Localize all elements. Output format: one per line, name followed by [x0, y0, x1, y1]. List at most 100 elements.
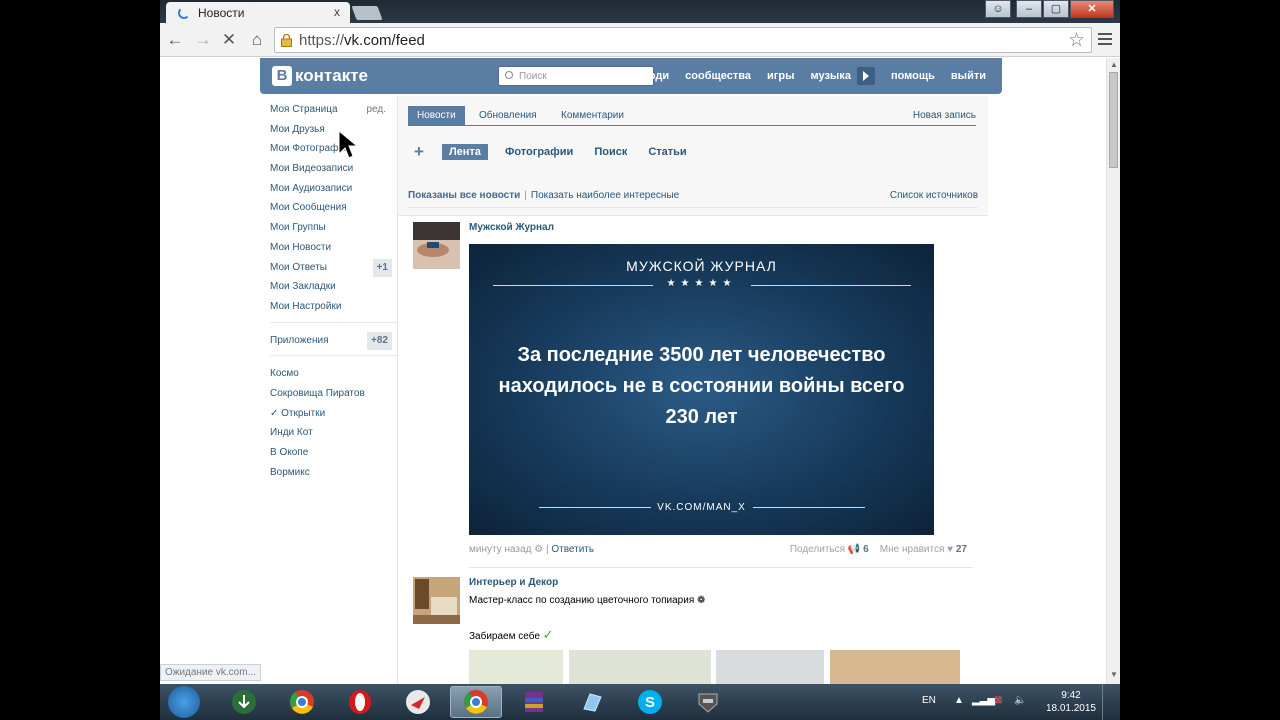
nav-help[interactable]: помощь	[891, 70, 935, 82]
filter-all-news[interactable]: Показаны все новости	[408, 190, 520, 201]
chrome-menu-icon[interactable]	[1098, 33, 1112, 48]
vk-logo[interactable]: В контакте	[272, 65, 368, 87]
winrar-app-icon[interactable]	[508, 686, 560, 718]
vk-page: В контакте Поиск люди сообщества игры му…	[160, 58, 1106, 684]
close-window-button[interactable]: ✕	[1070, 0, 1114, 18]
forward-icon[interactable]: →	[192, 29, 214, 51]
nav-music[interactable]: музыка	[810, 70, 850, 82]
status-bubble: Ожидание vk.com...	[160, 664, 261, 681]
feed-subtabs: + Лента Фотографии Поиск Статьи	[408, 142, 708, 162]
language-indicator[interactable]: EN	[922, 695, 936, 706]
show-desktop-button[interactable]	[1102, 684, 1112, 720]
scroll-down-icon: ▼	[1110, 670, 1118, 679]
reply-link[interactable]: Ответить	[551, 544, 594, 555]
stop-icon[interactable]: ✕	[218, 29, 240, 51]
post-photo[interactable]	[469, 650, 563, 684]
app-link[interactable]: Сокровища Пиратов	[270, 386, 392, 406]
address-bar[interactable]: https://vk.com/feed ☆	[274, 27, 1092, 53]
nav-games[interactable]: игры	[767, 70, 794, 82]
menu-audio[interactable]: Мои Аудиозаписи	[270, 181, 392, 201]
minimize-button[interactable]: –	[1016, 0, 1042, 18]
post-author[interactable]: Интерьер и Декор	[469, 577, 558, 588]
game-app-icon[interactable]	[682, 686, 734, 718]
subtab-feed[interactable]: Лента	[441, 144, 488, 160]
scroll-thumb[interactable]	[1109, 72, 1118, 168]
sources-link[interactable]: Список источников	[890, 190, 978, 201]
download-app-icon[interactable]	[218, 686, 270, 718]
chrome-app-icon[interactable]	[276, 686, 328, 718]
filter-interesting[interactable]: Показать наиболее интересные	[531, 190, 679, 201]
media-app-icon[interactable]	[392, 686, 444, 718]
add-list-icon[interactable]: +	[414, 142, 424, 162]
menu-videos[interactable]: Мои Видеозаписи	[270, 161, 392, 181]
skype-app-icon[interactable]: S	[624, 686, 676, 718]
tab-close-icon[interactable]: x	[334, 5, 340, 19]
like-button[interactable]: Мне нравится	[880, 544, 945, 555]
new-tab-button[interactable]	[351, 6, 383, 20]
post-photo[interactable]	[716, 650, 824, 684]
post-photo[interactable]	[830, 650, 960, 684]
image-site: VK.COM/MAN_X	[657, 502, 746, 513]
volume-icon[interactable]: 🔈	[1014, 695, 1026, 706]
nav-communities[interactable]: сообщества	[685, 70, 751, 82]
app-link[interactable]: Космо	[270, 366, 392, 386]
tab-news[interactable]: Новости	[408, 106, 465, 126]
music-play-icon[interactable]	[856, 67, 875, 85]
post-photo[interactable]	[569, 650, 711, 684]
subtab-photos[interactable]: Фотографии	[505, 146, 573, 158]
post-image[interactable]: МУЖСКОЙ ЖУРНАЛ ★★★★★ За последние 3500 л…	[469, 244, 934, 535]
network-icon[interactable]: ▂▃▅	[972, 695, 995, 706]
edit-link[interactable]: ред.	[366, 102, 386, 118]
vk-top-nav: люди сообщества игры музыка помощь выйти	[623, 58, 986, 94]
tab-comments[interactable]: Комментарии	[552, 106, 633, 126]
back-icon[interactable]: ←	[164, 29, 186, 51]
post-avatar[interactable]	[413, 577, 460, 624]
clock-date: 18.01.2015	[1045, 703, 1096, 714]
start-button[interactable]	[168, 686, 200, 718]
post-text: Забираем себе ✓	[469, 627, 554, 642]
app-link[interactable]: В Окопе	[270, 445, 392, 465]
menu-friends[interactable]: Мои Друзья	[270, 122, 392, 142]
subtab-articles[interactable]: Статьи	[648, 146, 686, 158]
menu-my-page[interactable]: Моя Страница ред.	[270, 102, 392, 122]
image-quote: За последние 3500 лет человечество наход…	[498, 344, 905, 428]
app-link[interactable]: Вормикс	[270, 465, 392, 485]
heart-icon: ♥	[947, 544, 956, 555]
network-error-icon[interactable]: ⊠	[994, 695, 1002, 706]
chrome-active-app-icon[interactable]	[450, 686, 502, 718]
bookmark-star-icon[interactable]: ☆	[1068, 29, 1085, 52]
menu-apps[interactable]: Приложения +82	[270, 331, 392, 353]
menu-photos[interactable]: Мои Фотографии	[270, 141, 392, 161]
notes-app-icon[interactable]	[566, 686, 618, 718]
tab-updates[interactable]: Обновления	[470, 106, 546, 126]
menu-groups[interactable]: Мои Группы	[270, 220, 392, 240]
share-button[interactable]: Поделиться	[790, 544, 845, 555]
post-time[interactable]: минуту назад	[469, 544, 531, 555]
page-scrollbar[interactable]: ▲ ▼	[1106, 58, 1120, 684]
post-meta: минуту назад ⚙ | Ответить Поделиться 📢 6…	[469, 544, 967, 555]
profile-icon[interactable]: ☺	[985, 0, 1011, 18]
tab-title: Новости	[198, 6, 245, 20]
post-author[interactable]: Мужской Журнал	[469, 222, 554, 233]
gear-icon: ⚙	[534, 544, 546, 555]
menu-news[interactable]: Мои Новости	[270, 240, 392, 260]
menu-divider	[270, 321, 398, 323]
post-avatar[interactable]	[413, 222, 460, 269]
app-link[interactable]: ✓ Открытки	[270, 406, 392, 426]
opera-app-icon[interactable]	[334, 686, 386, 718]
nav-people[interactable]: люди	[639, 70, 669, 82]
maximize-button[interactable]: ▢	[1043, 0, 1069, 18]
browser-tab[interactable]: Новости x	[166, 2, 350, 23]
mouse-cursor-icon	[338, 130, 358, 159]
home-icon[interactable]: ⌂	[246, 29, 268, 51]
menu-messages[interactable]: Мои Сообщения	[270, 200, 392, 220]
new-post-link[interactable]: Новая запись	[913, 110, 976, 121]
app-link[interactable]: Инди Кот	[270, 425, 392, 445]
subtab-search[interactable]: Поиск	[594, 146, 627, 158]
menu-bookmarks[interactable]: Мои Закладки	[270, 279, 392, 299]
tray-expand-icon[interactable]: ▲	[954, 695, 964, 706]
menu-settings[interactable]: Мои Настройки	[270, 299, 392, 319]
nav-logout[interactable]: выйти	[951, 70, 986, 82]
menu-answers[interactable]: Мои Ответы +1	[270, 258, 392, 280]
clock[interactable]: 9:42 18.01.2015	[1046, 689, 1096, 715]
